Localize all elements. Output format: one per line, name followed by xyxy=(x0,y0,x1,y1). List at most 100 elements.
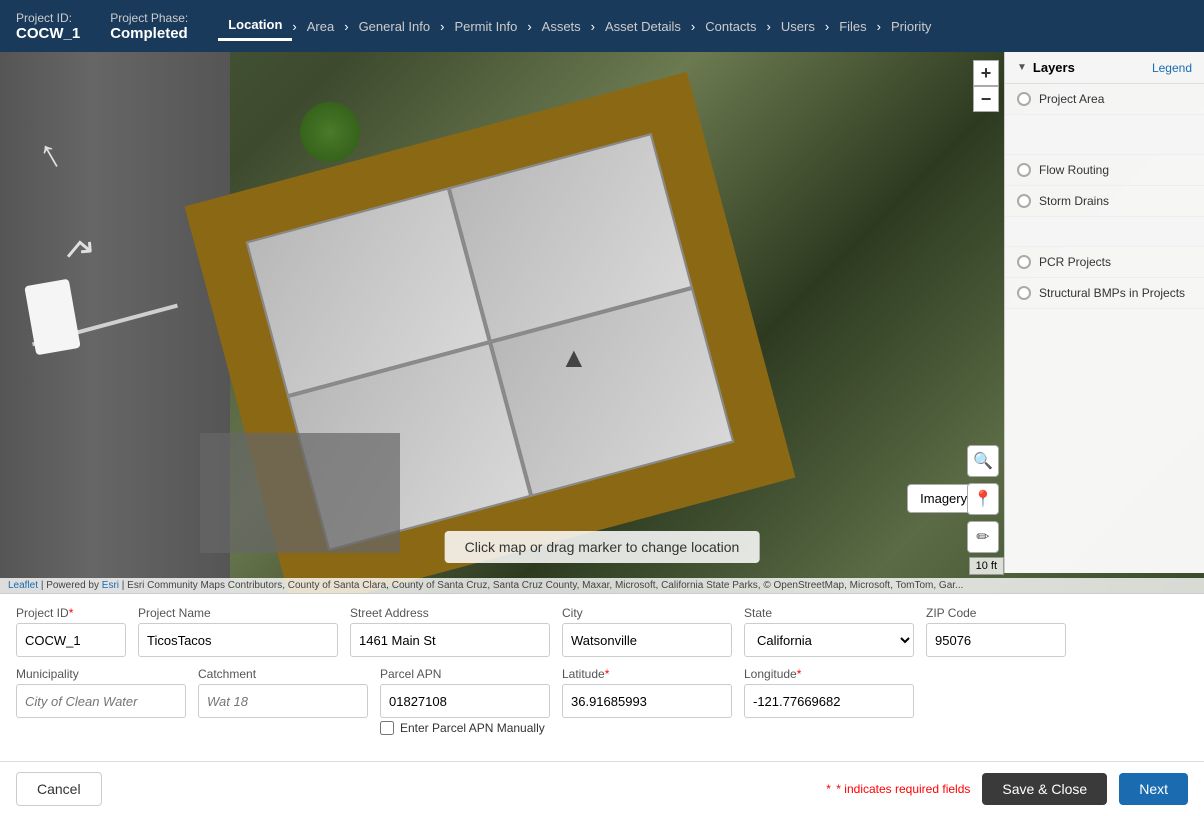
map-marker: ▲ xyxy=(560,342,588,374)
lat-input[interactable] xyxy=(562,684,732,718)
layer-label-pcr-projects: PCR Projects xyxy=(1039,255,1111,269)
lat-required-star: * xyxy=(605,667,610,681)
project-id-input[interactable] xyxy=(16,623,126,657)
street-address-field: Street Address xyxy=(350,606,550,657)
map-instruction: Click map or drag marker to change locat… xyxy=(445,531,760,563)
street-input[interactable] xyxy=(350,623,550,657)
project-phase-section: Project Phase: Completed xyxy=(110,11,188,42)
layer-label-storm-drains: Storm Drains xyxy=(1039,194,1109,208)
lon-required-star: * xyxy=(797,667,802,681)
layer-item-flow-routing[interactable]: Flow Routing xyxy=(1005,155,1204,186)
location-button[interactable]: 📍 xyxy=(967,483,999,515)
tab-asset-details[interactable]: Asset Details xyxy=(595,13,691,40)
layer-preview-project-area xyxy=(1005,115,1204,155)
state-label: State xyxy=(744,606,914,620)
map-tools: 🔍 📍 ✏ xyxy=(967,445,999,553)
tab-area[interactable]: Area xyxy=(297,13,344,40)
municipality-field: Municipality xyxy=(16,667,186,739)
zoom-out-button[interactable]: − xyxy=(973,86,999,112)
layer-label-project-area: Project Area xyxy=(1039,92,1104,106)
form-row-2: Municipality Catchment Parcel APN Enter … xyxy=(16,667,1188,739)
main-content: ↑ ↱ ▲ Click map or drag marker to cha xyxy=(0,52,1204,816)
zip-label: ZIP Code xyxy=(926,606,1066,620)
map-container[interactable]: ↑ ↱ ▲ Click map or drag marker to cha xyxy=(0,52,1204,593)
tab-general-info[interactable]: General Info xyxy=(349,13,441,40)
layers-panel: ▼ Layers Legend Project Area Flow Routin… xyxy=(1004,52,1204,573)
layer-item-pcr-projects[interactable]: PCR Projects xyxy=(1005,247,1204,278)
layer-radio-storm-drains[interactable] xyxy=(1017,194,1031,208)
layer-radio-structural-bmps[interactable] xyxy=(1017,286,1031,300)
road-arrow-up: ↑ xyxy=(30,130,70,179)
zoom-controls: + − xyxy=(973,60,999,112)
map-attribution: Leaflet | Powered by Esri | Esri Communi… xyxy=(0,578,1204,593)
tab-permit-info[interactable]: Permit Info xyxy=(444,13,527,40)
layer-label-flow-routing: Flow Routing xyxy=(1039,163,1109,177)
layers-label: Layers xyxy=(1033,60,1075,75)
project-id-field-label: Project ID* xyxy=(16,606,126,620)
zip-input[interactable] xyxy=(926,623,1066,657)
layer-radio-pcr-projects[interactable] xyxy=(1017,255,1031,269)
search-map-button[interactable]: 🔍 xyxy=(967,445,999,477)
tab-users[interactable]: Users xyxy=(771,13,825,40)
layer-item-storm-drains[interactable]: Storm Drains xyxy=(1005,186,1204,217)
parcel-input[interactable] xyxy=(380,684,550,718)
project-id-section: Project ID: COCW_1 xyxy=(16,11,80,42)
lon-input[interactable] xyxy=(744,684,914,718)
required-star-note: * xyxy=(826,782,831,796)
catchment-label: Catchment xyxy=(198,667,368,681)
zip-field: ZIP Code xyxy=(926,606,1066,657)
city-input[interactable] xyxy=(562,623,732,657)
footer: Cancel * * indicates required fields Sav… xyxy=(0,761,1204,816)
layer-item-structural-bmps[interactable]: Structural BMPs in Projects xyxy=(1005,278,1204,309)
footer-right: * * indicates required fields Save & Clo… xyxy=(826,773,1188,805)
draw-button[interactable]: ✏ xyxy=(967,521,999,553)
required-note: * * indicates required fields xyxy=(826,782,970,796)
layer-radio-project-area[interactable] xyxy=(1017,92,1031,106)
tab-location[interactable]: Location xyxy=(218,11,292,41)
catchment-input[interactable] xyxy=(198,684,368,718)
parcel-checkbox-label: Enter Parcel APN Manually xyxy=(400,721,545,735)
parcel-manual-checkbox[interactable] xyxy=(380,721,394,735)
next-button[interactable]: Next xyxy=(1119,773,1188,805)
state-field: State California Oregon Washington xyxy=(744,606,914,657)
municipality-input[interactable] xyxy=(16,684,186,718)
imagery-label: Imagery xyxy=(920,491,967,506)
layers-header: ▼ Layers Legend xyxy=(1005,52,1204,84)
zoom-in-button[interactable]: + xyxy=(973,60,999,86)
parking-area xyxy=(200,433,400,553)
tab-files[interactable]: Files xyxy=(829,13,876,40)
tab-assets[interactable]: Assets xyxy=(532,13,591,40)
lon-label: Longitude* xyxy=(744,667,914,681)
city-field: City xyxy=(562,606,732,657)
cancel-button[interactable]: Cancel xyxy=(16,772,102,806)
layer-radio-flow-routing[interactable] xyxy=(1017,163,1031,177)
parcel-apn-field: Parcel APN Enter Parcel APN Manually xyxy=(380,667,550,739)
attribution-text: | Powered by Esri | Esri Community Maps … xyxy=(41,580,964,591)
form-row-1: Project ID* Project Name Street Address … xyxy=(16,606,1188,657)
leaflet-link[interactable]: Leaflet xyxy=(8,580,38,591)
road-left: ↑ ↱ xyxy=(0,52,230,593)
save-close-button[interactable]: Save & Close xyxy=(982,773,1107,805)
esri-link[interactable]: Esri xyxy=(102,580,119,591)
project-id-label: Project ID: xyxy=(16,11,80,25)
road-arrow-turn: ↱ xyxy=(56,227,104,276)
layer-label-structural-bmps: Structural BMPs in Projects xyxy=(1039,286,1185,300)
phase-label: Project Phase: xyxy=(110,11,188,25)
longitude-field: Longitude* xyxy=(744,667,914,739)
layer-item-project-area[interactable]: Project Area xyxy=(1005,84,1204,115)
project-name-input[interactable] xyxy=(138,623,338,657)
lat-label: Latitude* xyxy=(562,667,732,681)
city-label: City xyxy=(562,606,732,620)
parcel-checkbox-row: Enter Parcel APN Manually xyxy=(380,721,550,735)
state-select[interactable]: California Oregon Washington xyxy=(744,623,914,657)
tab-contacts[interactable]: Contacts xyxy=(695,13,766,40)
header: Project ID: COCW_1 Project Phase: Comple… xyxy=(0,0,1204,52)
legend-link[interactable]: Legend xyxy=(1152,61,1192,75)
map-scale: 10 ft xyxy=(969,557,1004,575)
project-id-value: COCW_1 xyxy=(16,25,80,42)
layers-title: ▼ Layers xyxy=(1017,60,1075,75)
form-section: Project ID* Project Name Street Address … xyxy=(0,593,1204,761)
tab-priority[interactable]: Priority xyxy=(881,13,941,40)
parcel-label: Parcel APN xyxy=(380,667,550,681)
catchment-field: Catchment xyxy=(198,667,368,739)
